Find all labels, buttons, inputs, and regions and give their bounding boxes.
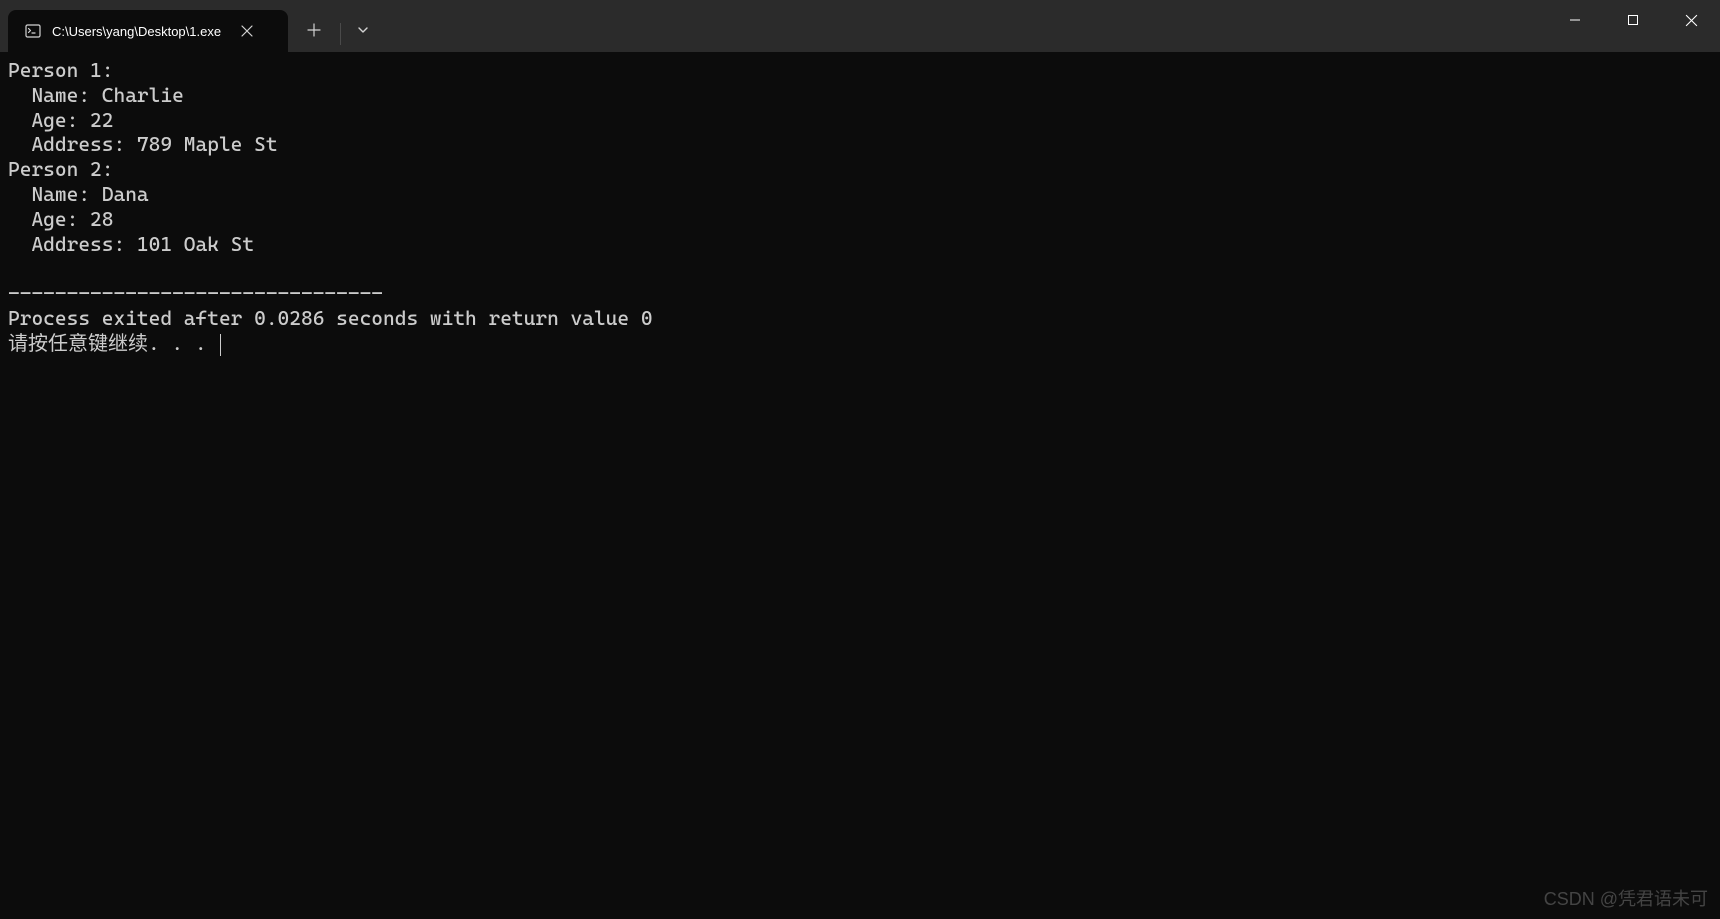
tab-dropdown-button[interactable] (345, 12, 381, 48)
terminal-output[interactable]: Person 1: Name: Charlie Age: 22 Address:… (0, 52, 1720, 362)
output-line: Person 1: (8, 58, 113, 82)
minimize-button[interactable] (1546, 0, 1604, 40)
maximize-button[interactable] (1604, 0, 1662, 40)
tab-title: C:\Users\yang\Desktop\1.exe (52, 24, 221, 39)
output-line: Address: 789 Maple St (8, 132, 278, 156)
output-line: Person 2: (8, 157, 113, 181)
output-line: Address: 101 Oak St (8, 232, 254, 256)
output-line: Age: 22 (8, 108, 113, 132)
close-window-button[interactable] (1662, 0, 1720, 40)
continue-prompt: 请按任意键继续. . . (8, 331, 218, 355)
output-line: Age: 28 (8, 207, 113, 231)
close-tab-button[interactable] (237, 21, 257, 41)
terminal-icon (24, 22, 42, 40)
exit-message: Process exited after 0.0286 seconds with… (8, 306, 653, 330)
tab-divider (340, 23, 341, 45)
cursor (220, 334, 221, 356)
window-controls (1546, 0, 1720, 40)
active-tab[interactable]: C:\Users\yang\Desktop\1.exe (8, 10, 288, 52)
output-line: Name: Charlie (8, 83, 184, 107)
new-tab-button[interactable] (296, 12, 332, 48)
output-line: Name: Dana (8, 182, 149, 206)
titlebar: C:\Users\yang\Desktop\1.exe (0, 0, 1720, 52)
output-separator: -------------------------------- (8, 281, 383, 305)
watermark: CSDN @凭君语未可 (1544, 885, 1708, 911)
